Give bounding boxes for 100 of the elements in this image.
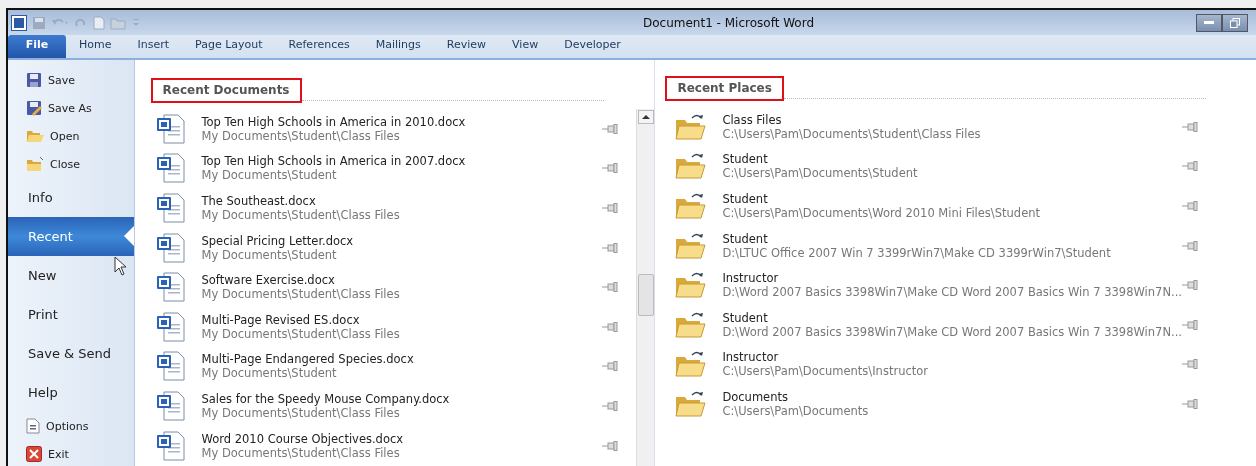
ribbon-tab[interactable]: Insert <box>124 35 183 58</box>
folder-path: C:\Users\Pam\Documents\Instructor <box>722 364 930 379</box>
recent-document-item[interactable]: Word 2010 Course Objectives.docx My Documents\Student\Class Files <box>150 425 637 466</box>
document-name: Word 2010 Course Objectives.docx <box>201 431 405 446</box>
sidebar-item[interactable]: Save As <box>8 94 134 122</box>
word-document-icon <box>155 430 186 461</box>
ribbon-tab[interactable]: Review <box>433 35 500 58</box>
word-document-icon <box>155 193 186 223</box>
pin-icon[interactable] <box>602 282 619 293</box>
folder-name: Class Files <box>722 112 783 127</box>
window-title: Document1 - Microsoft Word <box>642 15 815 30</box>
folder-name: Documents <box>722 389 789 404</box>
pin-icon[interactable] <box>602 440 619 451</box>
recent-document-item[interactable]: Top Ten High Schools in America in 2010.docx My Documents\Student\Class Files <box>150 109 637 149</box>
ribbon-tab[interactable]: References <box>275 35 363 58</box>
scrollbar[interactable] <box>636 109 655 466</box>
document-name: Sales for the Speedy Mouse Company.docx <box>201 391 451 406</box>
document-name: Top Ten High Schools in America in 2007.docx <box>201 154 467 169</box>
word-document-icon <box>155 390 186 421</box>
recent-place-item[interactable]: Student C:\Users\Pam\Documents\Student <box>665 146 1216 187</box>
pin-icon[interactable] <box>1182 398 1198 409</box>
recent-place-item[interactable]: Student D:\Word 2007 Basics 3398Win7\Make CD Word 2007 Basics Win 7 3398Win7N... <box>665 304 1216 345</box>
word-document-icon <box>155 232 186 263</box>
restore-button[interactable] <box>1222 13 1248 32</box>
scroll-thumb[interactable] <box>637 274 654 316</box>
recent-document-item[interactable]: Multi-Page Revised ES.docx My Documents\Student\Class Files <box>150 306 637 347</box>
sidebar-item[interactable]: Help <box>8 373 134 412</box>
sidebar-item[interactable]: Options <box>8 412 134 440</box>
pin-icon[interactable] <box>1182 359 1198 370</box>
recent-document-item[interactable]: Sales for the Speedy Mouse Company.docx My Documents\Student\Class Files <box>150 386 637 426</box>
ribbon-tab[interactable]: Mailings <box>362 35 434 58</box>
new-document-icon[interactable] <box>93 15 105 30</box>
pin-icon[interactable] <box>1182 240 1198 251</box>
pin-icon[interactable] <box>602 321 619 332</box>
scroll-up-icon[interactable] <box>637 110 654 124</box>
ribbon-tab[interactable]: Developer <box>551 35 634 58</box>
pin-icon[interactable] <box>1182 121 1198 132</box>
word-document-icon <box>155 153 186 184</box>
document-name: The Southeast.docx <box>201 194 317 208</box>
word-document-icon <box>155 272 186 303</box>
pin-icon[interactable] <box>1182 319 1198 330</box>
document-name: Top Ten High Schools in America in 2010.docx <box>201 114 467 129</box>
pin-icon[interactable] <box>602 242 619 253</box>
recent-document-item[interactable]: Special Pricing Letter.docx My Documents\Student <box>150 227 637 268</box>
ribbon-tab[interactable]: Home <box>66 35 125 58</box>
recent-place-item[interactable]: Instructor C:\Users\Pam\Documents\Instructor <box>665 344 1216 385</box>
word-document-icon <box>155 311 186 342</box>
ribbon-tab[interactable]: Page Layout <box>182 35 276 58</box>
minimize-button[interactable] <box>1196 13 1222 32</box>
recent-document-item[interactable]: Top Ten High Schools in America in 2007.docx My Documents\Student <box>150 148 637 189</box>
recent-document-item[interactable]: Software Exercise.docx My Documents\Student\Class Files <box>150 267 637 307</box>
open-folder-icon <box>26 128 44 144</box>
sidebar-item[interactable]: Open <box>8 122 134 150</box>
save-icon[interactable] <box>32 15 46 30</box>
recent-place-item[interactable]: Student D:\LTUC Office 2007 Win 7 3399rWin7\Make CD 3399rWin7\Student <box>665 225 1216 266</box>
folder-icon <box>26 156 44 172</box>
sidebar-item[interactable]: Recent <box>8 217 134 256</box>
folder-name: Student <box>722 152 769 167</box>
sidebar-item[interactable]: New <box>8 256 134 295</box>
recent-document-item[interactable]: Multi-Page Endangered Species.docx My Documents\Student <box>150 346 637 387</box>
folder-name: Student <box>722 231 769 246</box>
pin-icon[interactable] <box>602 163 619 174</box>
ribbon-tab[interactable]: File <box>8 35 66 58</box>
folder-path: C:\Users\Pam\Documents\Student <box>722 166 919 181</box>
sidebar-item[interactable]: Save <box>8 66 134 94</box>
ribbon-tab[interactable]: View <box>499 35 552 58</box>
sidebar-item[interactable]: Close <box>8 150 134 178</box>
word-document-icon <box>155 113 186 144</box>
section-heading: Recent Places <box>665 76 784 101</box>
document-path: My Documents\Student <box>201 168 338 183</box>
document-path: My Documents\Student\Class Files <box>201 287 401 302</box>
sidebar-item[interactable]: Print <box>8 295 134 334</box>
pin-icon[interactable] <box>602 400 619 411</box>
folder-path: C:\Users\Pam\Documents\Student\Class Files <box>722 126 982 141</box>
recent-place-item[interactable]: Class Files C:\Users\Pam\Documents\Student\Class Files <box>665 107 1216 147</box>
selection-pointer-icon <box>123 226 134 246</box>
section-heading: Recent Documents <box>150 78 302 103</box>
document-path: My Documents\Student\Class Files <box>201 128 401 143</box>
restore-icon <box>1230 17 1240 28</box>
pin-icon[interactable] <box>1182 201 1198 211</box>
sidebar-item[interactable]: Exit <box>8 440 134 466</box>
recent-document-item[interactable]: The Southeast.docx My Documents\Student\Class Files <box>150 188 637 228</box>
folder-name: Student <box>722 192 769 206</box>
recent-place-item[interactable]: Documents C:\Users\Pam\Documents <box>665 384 1216 424</box>
pin-icon[interactable] <box>1182 280 1198 291</box>
recent-place-item[interactable]: Instructor D:\Word 2007 Basics 3398Win7\Make CD Word 2007 Basics Win 7 3398Win7N... <box>665 265 1216 305</box>
folder-name: Instructor <box>722 350 780 365</box>
pin-icon[interactable] <box>602 203 619 213</box>
document-path: My Documents\Student <box>201 247 338 262</box>
pin-icon[interactable] <box>602 361 619 372</box>
document-path: My Documents\Student\Class Files <box>201 208 401 222</box>
sidebar-item[interactable]: Info <box>8 178 134 217</box>
floppy-disk-pencil-icon <box>26 100 42 116</box>
close-icon <box>26 446 42 462</box>
document-path: My Documents\Student\Class Files <box>201 405 400 420</box>
sidebar-item[interactable]: Save & Send <box>8 334 134 373</box>
recent-place-item[interactable]: Student C:\Users\Pam\Documents\Word 2010 Mini Files\Student <box>665 186 1216 226</box>
pin-icon[interactable] <box>602 123 619 134</box>
pin-icon[interactable] <box>1182 161 1198 172</box>
document-path: My Documents\Student\Class Files <box>201 445 400 460</box>
